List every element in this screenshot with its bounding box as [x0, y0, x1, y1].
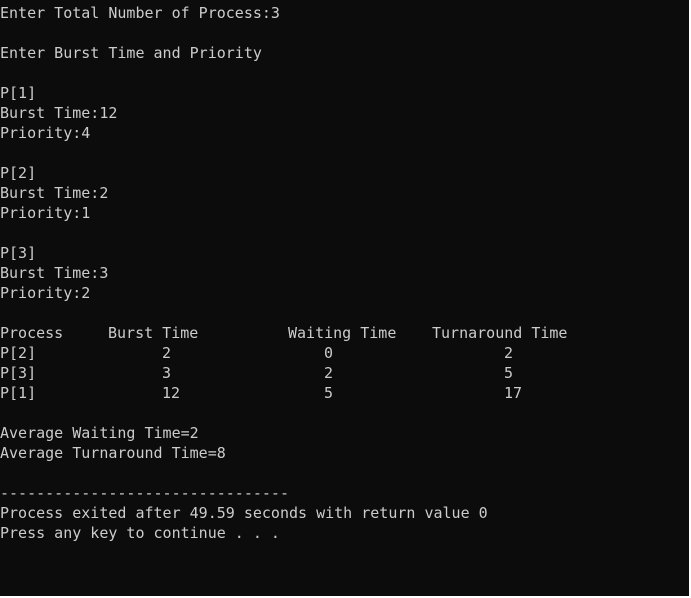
average-waiting-time: Average Waiting Time=2: [0, 424, 199, 442]
continue-prompt: Press any key to continue . . .: [0, 524, 280, 542]
table-row: P[1] 12 5 17: [0, 383, 691, 403]
cell-turnaround-time: 2: [504, 344, 514, 362]
cell-waiting-time: 2: [324, 364, 334, 382]
table-row: P[2] 2 0 2: [0, 343, 691, 363]
cell-waiting-time: 0: [324, 344, 334, 362]
process-input-label: P[3]: [0, 244, 37, 262]
process-input-burst: Burst Time:12: [0, 104, 118, 122]
process-input-priority: Priority:2: [0, 284, 91, 302]
process-input-priority: Priority:1: [0, 204, 91, 222]
cell-process: P[3]: [0, 364, 37, 382]
process-input-label: P[1]: [0, 84, 37, 102]
header-turnaround-time: Turnaround Time: [432, 324, 568, 342]
header-process: Process: [0, 324, 64, 342]
prompt-total-processes: Enter Total Number of Process:3: [0, 4, 280, 22]
average-turnaround-time: Average Turnaround Time=8: [0, 444, 226, 462]
prompt-burst-priority: Enter Burst Time and Priority: [0, 44, 262, 62]
header-burst-time: Burst Time: [108, 324, 199, 342]
process-input-burst: Burst Time:2: [0, 184, 109, 202]
process-input-priority: Priority:4: [0, 124, 91, 142]
cell-burst-time: 3: [162, 364, 172, 382]
exit-message: Process exited after 49.59 seconds with …: [0, 504, 488, 522]
separator-line: --------------------------------: [0, 484, 289, 502]
cell-turnaround-time: 17: [504, 384, 523, 402]
cell-burst-time: 12: [162, 384, 181, 402]
process-input-burst: Burst Time:3: [0, 264, 109, 282]
process-input-label: P[2]: [0, 164, 37, 182]
cell-process: P[1]: [0, 384, 37, 402]
results-table-header: Process Burst Time Waiting Time Turnarou…: [0, 323, 691, 343]
cell-process: P[2]: [0, 344, 37, 362]
header-waiting-time: Waiting Time: [288, 324, 397, 342]
cell-waiting-time: 5: [324, 384, 334, 402]
cell-burst-time: 2: [162, 344, 172, 362]
table-row: P[3] 3 2 5: [0, 363, 691, 383]
console-window[interactable]: Enter Total Number of Process:3 Enter Bu…: [0, 0, 691, 598]
cell-turnaround-time: 5: [504, 364, 514, 382]
